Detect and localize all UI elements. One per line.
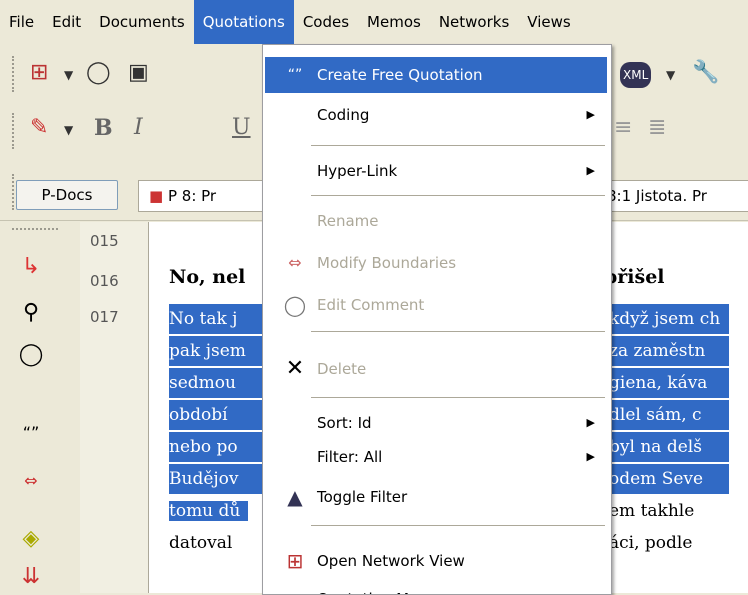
line-number: 016 <box>90 272 119 290</box>
submenu-arrow-icon: ▶ <box>586 416 595 429</box>
menu-item-edit-comment[interactable]: ◯ Edit Comment <box>265 287 607 323</box>
xml-icon[interactable]: XML <box>620 62 652 88</box>
line-number: 017 <box>90 308 119 326</box>
menu-item-coding[interactable]: Coding ▶ <box>265 97 607 133</box>
margin-toolbar: ↳ ⚲ ◯ “” ⇔ ◈ ⇊ <box>0 222 81 593</box>
quote-icon[interactable]: “” <box>16 418 46 448</box>
toolbar-grip[interactable] <box>12 56 18 92</box>
document-icon: ■ <box>149 187 164 205</box>
italic-icon[interactable]: I <box>134 117 143 139</box>
filter-icon[interactable]: ◈ <box>16 524 46 554</box>
quotation-tab-label: 8:1 Jistota. Pr <box>607 187 707 205</box>
document-tab-label: P 8: Pr <box>167 187 217 205</box>
toolbar-grip[interactable] <box>12 228 58 234</box>
modify-boundaries-icon: ⇔ <box>288 253 302 272</box>
menu-item-sort[interactable]: Sort: Id ▶ <box>265 405 607 441</box>
delete-icon: ✕ <box>285 356 305 381</box>
line-number: 015 <box>90 232 119 250</box>
menu-separator <box>311 145 605 146</box>
quotations-menu: “” Create Free Quotation Coding ▶ Hyper-… <box>262 44 612 595</box>
quote-icon: “” <box>287 67 303 83</box>
bold-icon[interactable]: B <box>94 117 113 139</box>
underline-icon[interactable]: U <box>232 117 251 139</box>
modify-boundaries-icon[interactable]: ⇔ <box>16 466 46 496</box>
list-icon[interactable]: ↳ <box>16 252 46 282</box>
submenu-arrow-icon: ▶ <box>586 164 595 177</box>
document-heading: No, nel <box>169 266 246 288</box>
sort-icon[interactable]: ⇊ <box>16 562 46 592</box>
network-icon: ⊞ <box>286 549 304 573</box>
submenu-arrow-icon: ▶ <box>586 450 595 463</box>
save-icon[interactable]: ▣ <box>128 62 149 84</box>
pen-icon[interactable]: ✎ <box>30 117 48 139</box>
dropdown-arrow-icon[interactable]: ▼ <box>64 119 73 141</box>
menu-item-open-network-view[interactable]: ⊞ Open Network View <box>265 543 607 579</box>
menu-item-hyper-link[interactable]: Hyper-Link ▶ <box>265 153 607 189</box>
menu-separator <box>311 331 605 332</box>
menu-item-create-free-quotation[interactable]: “” Create Free Quotation <box>265 57 607 93</box>
submenu-arrow-icon: ▶ <box>586 108 595 121</box>
menu-memos[interactable]: Memos <box>358 0 430 44</box>
flask-icon: ▲ <box>287 485 303 509</box>
quotation-tab[interactable]: 8:1 Jistota. Pr <box>592 180 748 212</box>
dropdown-arrow-icon[interactable]: ▼ <box>666 64 675 86</box>
comment-icon[interactable]: ◯ <box>86 62 111 84</box>
p-docs-button[interactable]: P-Docs <box>16 180 118 210</box>
comment-icon[interactable]: ◯ <box>16 340 46 370</box>
menu-quotations[interactable]: Quotations <box>193 0 294 44</box>
menu-separator <box>311 525 605 526</box>
line-number-gutter: 015 016 017 <box>80 222 149 593</box>
menu-separator <box>311 195 605 196</box>
menu-separator <box>311 397 605 398</box>
search-icon[interactable]: ⚲ <box>16 298 46 328</box>
menu-views[interactable]: Views <box>518 0 579 44</box>
menu-item-delete[interactable]: ✕ Delete <box>265 351 607 387</box>
menu-item-toggle-filter[interactable]: ▲ Toggle Filter <box>265 479 607 515</box>
wrench-icon[interactable]: 🔧 <box>692 62 719 84</box>
align-right-icon[interactable]: ≣ <box>648 117 666 139</box>
document-heading: přišel <box>604 266 665 288</box>
menu-edit[interactable]: Edit <box>43 0 90 44</box>
menu-item-filter[interactable]: Filter: All ▶ <box>265 439 607 475</box>
comment-icon: ◯ <box>283 293 307 317</box>
menu-documents[interactable]: Documents <box>90 0 194 44</box>
menu-file[interactable]: File <box>0 0 43 44</box>
toolbar-grip[interactable] <box>12 113 18 149</box>
dropdown-arrow-icon[interactable]: ▼ <box>64 64 73 86</box>
network-icon[interactable]: ⊞ <box>30 62 48 84</box>
menu-item-modify-boundaries[interactable]: ⇔ Modify Boundaries <box>265 245 607 281</box>
align-center-icon[interactable]: ≡ <box>614 117 632 139</box>
menu-bar: File Edit Documents Quotations Codes Mem… <box>0 0 748 44</box>
menu-item-rename[interactable]: Rename <box>265 203 607 239</box>
menu-networks[interactable]: Networks <box>430 0 518 44</box>
menu-codes[interactable]: Codes <box>294 0 358 44</box>
